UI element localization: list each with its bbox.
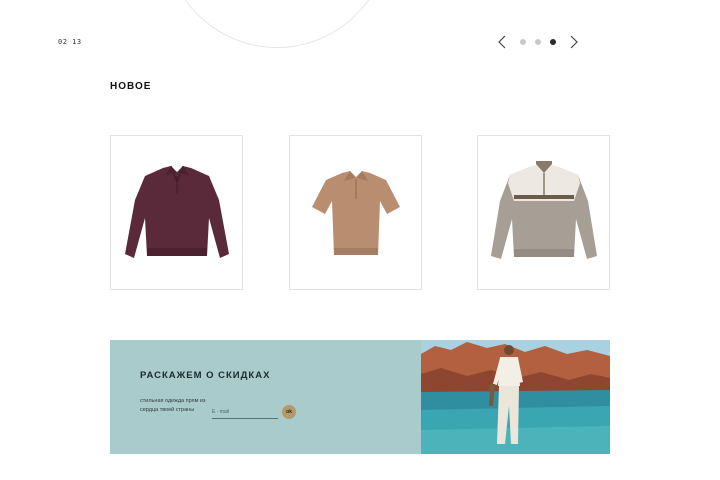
slide-counter: 02 13 [58, 38, 82, 46]
slider-dot-3[interactable] [550, 39, 556, 45]
email-input[interactable] [212, 405, 278, 419]
chevron-right-icon[interactable] [566, 33, 582, 51]
banner-title: РАСКАЖЕМ О СКИДКАХ [140, 370, 271, 381]
product-card-3[interactable] [477, 135, 610, 290]
product-image-grey-sweater [490, 160, 597, 259]
slider-navigation [494, 33, 582, 51]
product-image-tan-polo [311, 170, 400, 255]
slider-dot-2[interactable] [535, 39, 541, 45]
decorative-circle [162, 0, 392, 48]
banner-subtitle: стильная одежда прям из сердца твоей стр… [140, 398, 206, 413]
product-card-1[interactable] [110, 135, 243, 290]
submit-button[interactable]: ok [282, 405, 296, 419]
email-subscribe-form: ok [212, 403, 296, 423]
discount-banner: РАСКАЖЕМ О СКИДКАХ стильная одежда прям … [110, 340, 610, 454]
slider-dot-1[interactable] [520, 39, 526, 45]
slider-dots [520, 39, 556, 45]
banner-photo-man-at-sea [421, 340, 610, 454]
section-title: НОВОЕ [110, 81, 152, 92]
chevron-left-icon[interactable] [494, 33, 510, 51]
product-card-2[interactable] [289, 135, 422, 290]
product-image-burgundy-polo [124, 165, 229, 258]
